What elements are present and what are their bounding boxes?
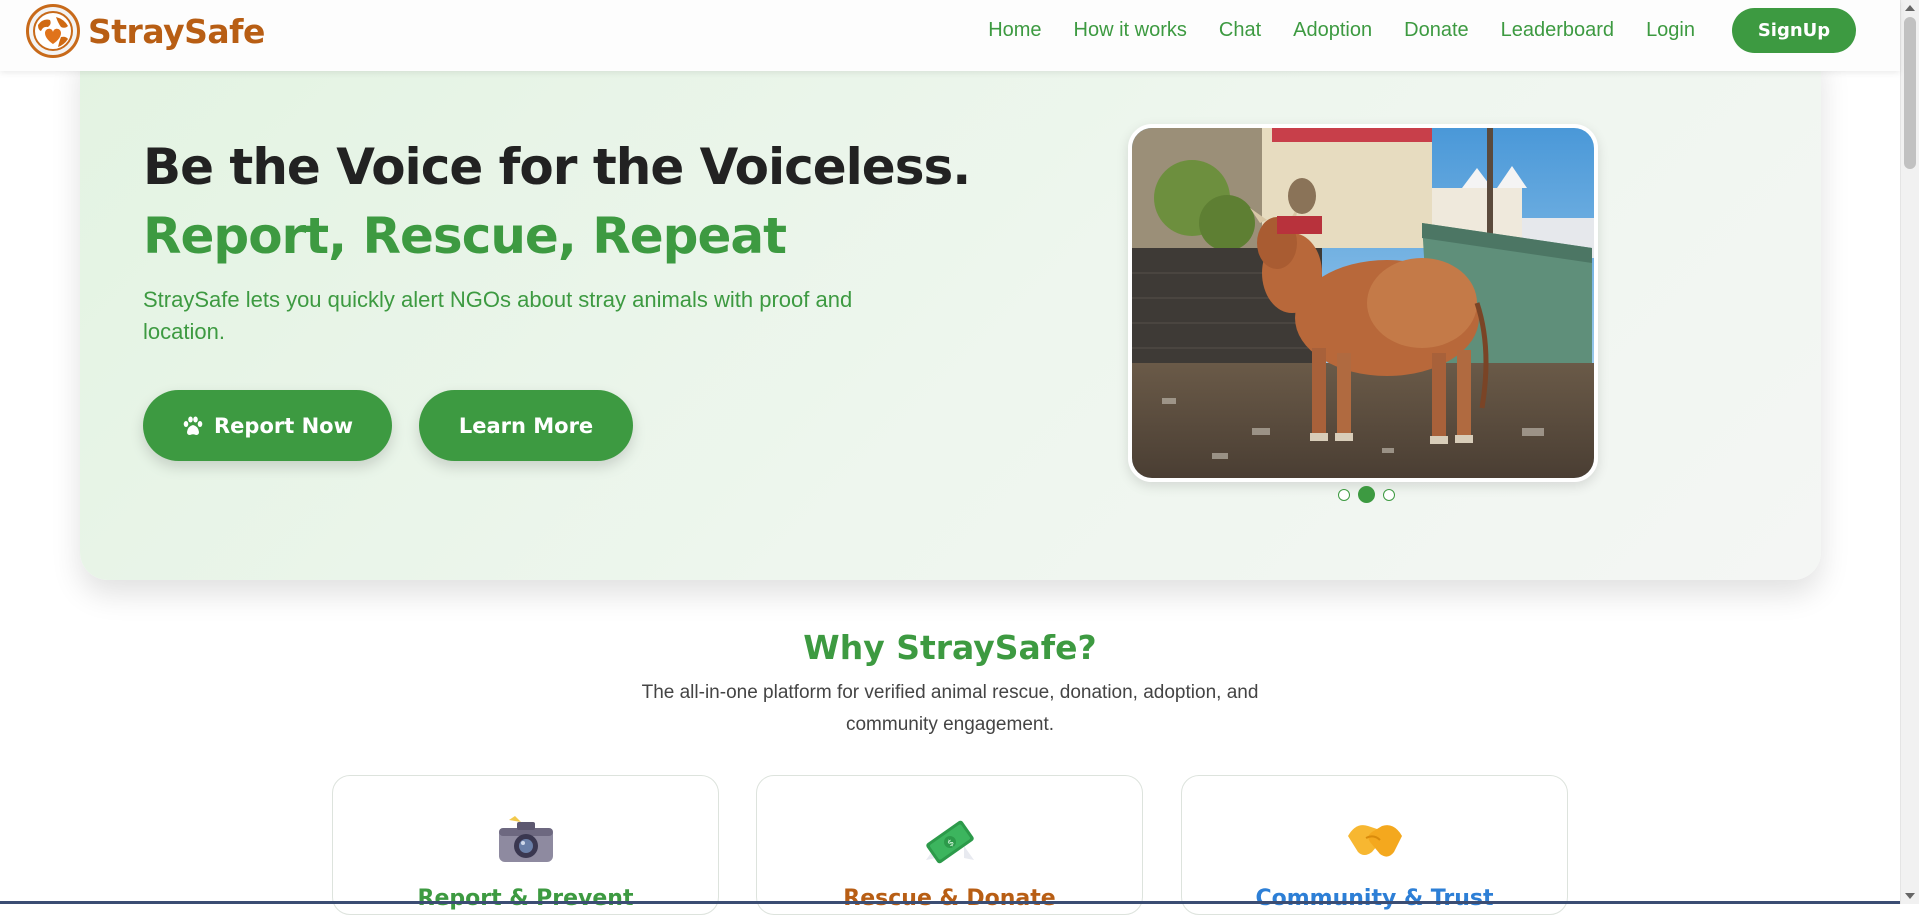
nav-home[interactable]: Home <box>988 19 1041 42</box>
handshake-icon <box>1182 816 1567 864</box>
carousel-dot-2[interactable] <box>1358 486 1375 503</box>
feature-card-title: Report & Prevent <box>417 886 634 911</box>
hero-tagline: Report, Rescue, Repeat <box>143 207 787 265</box>
feature-card-donate[interactable]: $ Rescue & Donate <box>756 775 1143 915</box>
main-nav: Home How it works Chat Adoption Donate L… <box>956 8 1856 53</box>
nav-chat[interactable]: Chat <box>1219 19 1261 42</box>
learn-more-button[interactable]: Learn More <box>419 390 633 461</box>
feature-card-title: Rescue & Donate <box>843 886 1056 911</box>
scroll-down-arrow-icon[interactable] <box>1905 893 1915 899</box>
nav-adoption[interactable]: Adoption <box>1293 19 1372 42</box>
report-now-label: Report Now <box>214 413 353 438</box>
cow-in-street-photo <box>1132 128 1594 478</box>
signup-button[interactable]: SignUp <box>1732 8 1856 53</box>
hero-carousel-image[interactable] <box>1128 124 1598 482</box>
brand-name: StraySafe <box>88 11 265 51</box>
report-now-button[interactable]: Report Now <box>143 390 392 461</box>
why-section-subtitle: The all-in-one platform for verified ani… <box>641 682 1259 735</box>
camera-icon <box>333 816 718 864</box>
scrollbar-thumb[interactable] <box>1904 17 1916 169</box>
nav-how-it-works[interactable]: How it works <box>1074 19 1187 42</box>
feature-card-report[interactable]: Report & Prevent <box>332 775 719 915</box>
money-icon: $ <box>757 816 1142 868</box>
hero-section: Be the Voice for the Voiceless. Report, … <box>80 50 1821 580</box>
brand[interactable]: StraySafe <box>26 4 265 58</box>
globe-heart-logo-icon <box>26 4 80 58</box>
nav-donate[interactable]: Donate <box>1404 19 1469 42</box>
feature-card-community[interactable]: Community & Trust <box>1181 775 1568 915</box>
hero-title: Be the Voice for the Voiceless. <box>143 138 971 196</box>
paw-icon <box>182 415 204 437</box>
hero-description: StraySafe lets you quickly alert NGOs ab… <box>143 287 853 344</box>
vertical-scrollbar[interactable] <box>1900 0 1919 904</box>
nav-leaderboard[interactable]: Leaderboard <box>1501 19 1614 42</box>
carousel-dots <box>1334 486 1399 503</box>
site-header: StraySafe Home How it works Chat Adoptio… <box>0 0 1900 71</box>
carousel-dot-3[interactable] <box>1383 488 1395 501</box>
why-section-title: Why StraySafe? <box>803 628 1097 667</box>
scroll-up-arrow-icon[interactable] <box>1905 5 1915 11</box>
carousel-dot-1[interactable] <box>1338 488 1350 501</box>
feature-card-title: Community & Trust <box>1255 886 1494 911</box>
nav-login[interactable]: Login <box>1646 19 1695 42</box>
